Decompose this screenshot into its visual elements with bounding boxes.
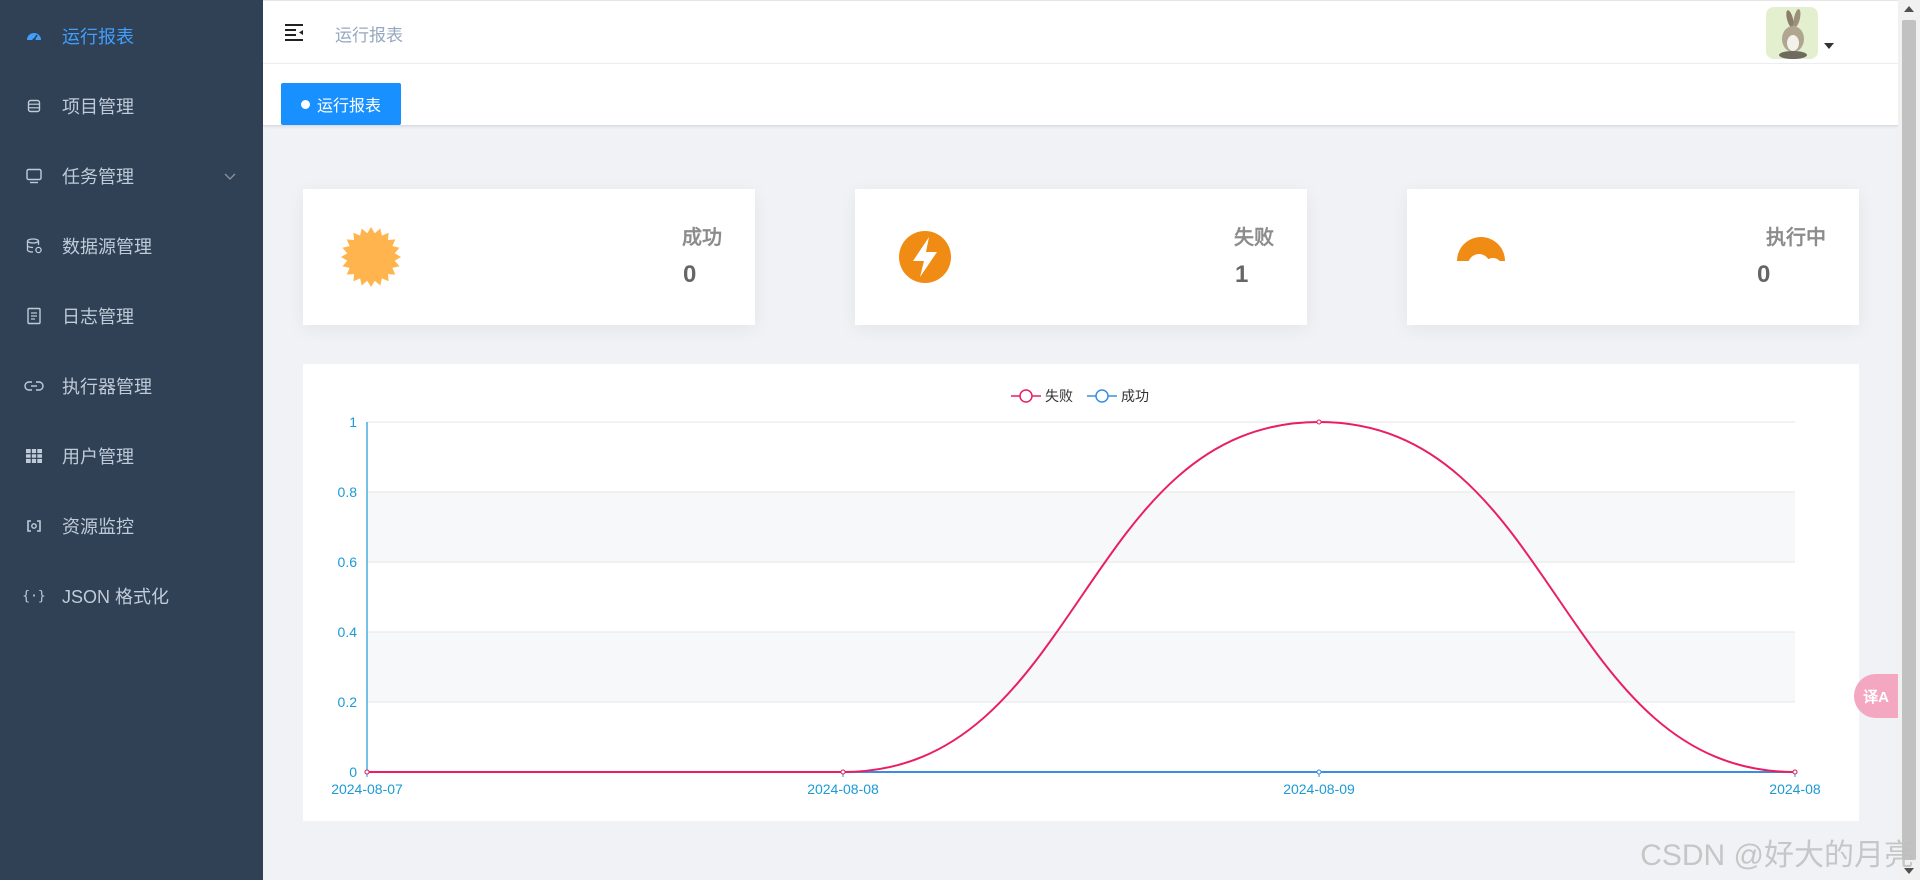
sidebar-item-projects[interactable]: 项目管理: [0, 71, 263, 141]
sidebar-item-label: 执行器管理: [62, 377, 152, 397]
monitor-icon: [24, 166, 44, 186]
sidebar-item-label: 项目管理: [62, 97, 134, 117]
avatar-bunny-icon: [1766, 7, 1818, 59]
sidebar-item-users[interactable]: 用户管理: [0, 421, 263, 491]
sidebar-item-executors[interactable]: 执行器管理: [0, 351, 263, 421]
chart-split-area: [367, 632, 1795, 702]
dashboard-icon: [24, 26, 44, 46]
data-point: [1792, 769, 1798, 775]
cloud-sun-icon: [1457, 237, 1505, 278]
sidebar-item-dashboard[interactable]: 运行报表: [0, 1, 263, 71]
scroll-up-icon[interactable]: [1904, 6, 1914, 12]
navbar: 运行报表: [263, 0, 1898, 64]
x-tick-label: 2024-08-09: [1283, 781, 1355, 797]
stat-label: 成功: [682, 227, 722, 249]
sidebar: 运行报表 项目管理 任务管理 数据源管理 日志管理 执行器管理 用户管理 资源监…: [0, 0, 263, 880]
sidebar-item-label: JSON 格式化: [62, 587, 170, 607]
x-tick-label: 2024-08: [1769, 781, 1821, 797]
chart-split-area: [367, 702, 1795, 772]
datasource-icon: [24, 236, 44, 256]
y-tick-label: 0.4: [338, 624, 358, 640]
caret-down-icon[interactable]: [1824, 43, 1834, 49]
stat-label: 失败: [1234, 227, 1274, 249]
sidebar-item-logs[interactable]: 日志管理: [0, 281, 263, 351]
tags-view: 运行报表: [263, 64, 1898, 126]
stat-card-fail: 失败 1: [855, 189, 1307, 325]
y-tick-label: 0.2: [338, 694, 358, 710]
y-tick-label: 0.8: [338, 484, 358, 500]
chevron-down-icon: [224, 173, 236, 180]
sidebar-item-datasource[interactable]: 数据源管理: [0, 211, 263, 281]
table-icon: [24, 446, 44, 466]
sidebar-item-label: 数据源管理: [62, 237, 152, 257]
data-point: [364, 769, 370, 775]
stat-label: 执行中: [1766, 227, 1826, 249]
dot-icon: [301, 99, 310, 109]
main-area: 运行报表 运行报表 成功 0 失败 1 执行中 0 失败 成功 0 0.2 0.…: [263, 0, 1898, 880]
sidebar-item-label: 用户管理: [62, 447, 134, 467]
sun-icon: [341, 227, 401, 287]
monitor-link-icon: [24, 516, 44, 536]
breadcrumb: 运行报表: [335, 26, 403, 45]
translate-button[interactable]: 译A: [1854, 674, 1898, 718]
avatar[interactable]: [1766, 7, 1818, 59]
stat-value: 1: [1235, 261, 1249, 288]
stat-card-success: 成功 0: [303, 189, 755, 325]
database-icon: [24, 96, 44, 116]
data-point: [1316, 419, 1322, 425]
sidebar-item-label: 运行报表: [62, 27, 134, 47]
data-point: [1316, 769, 1322, 775]
sidebar-item-json[interactable]: {·} JSON 格式化: [0, 561, 263, 631]
y-tick-label: 1: [349, 414, 357, 430]
braces-icon: {·}: [22, 588, 46, 604]
y-tick-label: 0: [349, 764, 357, 780]
document-icon: [24, 306, 44, 326]
line-chart: 0 0.2 0.4 0.6 0.8 1 2024-08-07 2024-08-08 2024-0…: [331, 414, 1821, 797]
sidebar-item-label: 任务管理: [62, 167, 134, 187]
x-tick-label: 2024-08-08: [807, 781, 879, 797]
stat-value: 0: [683, 261, 697, 288]
chart-panel: 失败 成功 0 0.2 0.4 0.6 0.8 1 2024-08-07 2024-08-08…: [303, 364, 1859, 821]
sidebar-item-tasks[interactable]: 任务管理: [0, 141, 263, 211]
x-tick-label: 2024-08-07: [331, 781, 403, 797]
watermark: CSDN @好大的月亮: [1640, 839, 1914, 872]
link-icon: [24, 376, 44, 396]
sidebar-item-monitor[interactable]: 资源监控: [0, 491, 263, 561]
scroll-thumb[interactable]: [1902, 20, 1916, 860]
chart-split-area: [367, 492, 1795, 562]
lightning-icon: [899, 231, 951, 283]
stat-value: 0: [1757, 261, 1771, 288]
chart-split-area: [367, 422, 1795, 492]
hamburger-icon[interactable]: [283, 21, 305, 43]
sidebar-item-label: 日志管理: [62, 307, 134, 327]
tag-dashboard[interactable]: 运行报表: [281, 83, 402, 125]
tag-label: 运行报表: [317, 98, 382, 115]
page-scrollbar[interactable]: [1898, 0, 1920, 880]
stat-card-running: 执行中 0: [1407, 189, 1859, 325]
y-tick-label: 0.6: [338, 554, 358, 570]
sidebar-item-label: 资源监控: [62, 517, 134, 537]
data-point: [840, 769, 846, 775]
